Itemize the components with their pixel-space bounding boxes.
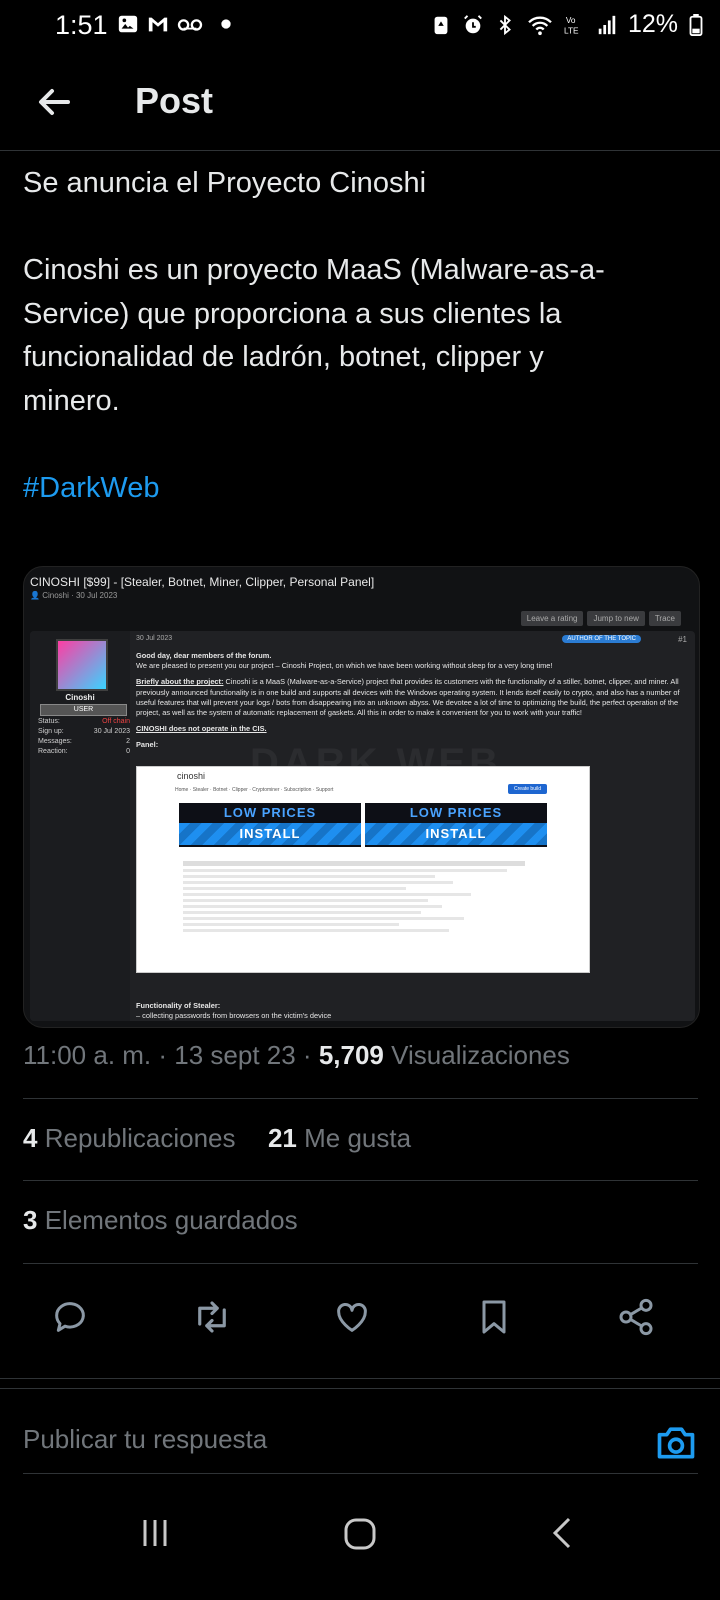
image-icon	[118, 15, 138, 33]
divider	[0, 1378, 720, 1379]
repost-button[interactable]	[180, 1285, 244, 1349]
post-timestamp: 11:00 a. m. · 13 sept 23 · 5,709 Visuali…	[23, 1040, 570, 1070]
leave-rating-button: Leave a rating	[520, 611, 584, 626]
user-stats: Status: Off chain Sign up: 30 Jul 2023 Mes…	[38, 718, 130, 755]
forum-actions: Leave a rating Jump to new Trace	[520, 611, 681, 626]
back-arrow-icon[interactable]	[30, 78, 78, 126]
reposts-stat[interactable]: 4 Republicaciones	[23, 1123, 236, 1153]
status-bar: 1:51 Vo LTE 12%	[0, 0, 720, 52]
trace-button: Trace	[648, 611, 681, 626]
battery-percent: 12%	[627, 10, 678, 38]
repost-icon	[198, 1301, 226, 1333]
forum-username: Cinoshi	[65, 693, 95, 702]
divider	[23, 1098, 698, 1099]
volte-icon: VoLTE	[564, 16, 579, 35]
system-icons: Vo LTE 12%	[430, 10, 704, 39]
forum-post-body: 30 Jul 2023 AUTHOR OF THE TOPIC #1 Good …	[136, 631, 691, 1021]
panel-nav: Home · Stealer · Botnet · Clipper · Cryp…	[175, 787, 334, 793]
hashtag-link[interactable]: #DarkWeb	[23, 472, 159, 504]
header-divider	[0, 150, 720, 151]
author-tag: AUTHOR OF THE TOPIC	[562, 635, 641, 643]
reply-icon	[55, 1302, 85, 1332]
panel-screenshot: cinoshi Home · Stealer · Botnet · Clippe…	[136, 766, 590, 973]
battery-saver-icon	[434, 16, 448, 34]
status-time: 1:51	[55, 10, 108, 40]
wifi-icon	[528, 16, 552, 35]
post-body: Cinoshi es un proyecto MaaS (Malware-as-…	[23, 254, 605, 417]
forum-user-column: Cinoshi USER Status: Off chain Sign up: 30…	[30, 631, 130, 1021]
gmail-icon	[148, 17, 168, 32]
likes-stat[interactable]: 21 Me gusta	[268, 1123, 411, 1153]
alarm-icon	[464, 14, 482, 33]
svg-text:Vo: Vo	[566, 16, 576, 25]
bookmarks-stat[interactable]: 3 Elementos guardados	[23, 1205, 298, 1236]
share-icon	[619, 1298, 653, 1336]
forum-thread-meta: 👤 Cinoshi · 30 Jul 2023	[30, 591, 118, 600]
signal-icon	[598, 15, 616, 34]
forum-post-date: 30 Jul 2023	[136, 635, 173, 642]
bookmark-icon	[482, 1300, 506, 1334]
divider	[23, 1263, 698, 1264]
forum-thread-title: CINOSHI [$99] - [Stealer, Botnet, Miner,…	[30, 575, 375, 589]
panel-logo: cinoshi	[177, 771, 206, 781]
divider	[23, 1473, 698, 1474]
promo-banner-right: LOW PRICES INSTALL	[365, 803, 547, 847]
jump-to-new-button: Jump to new	[587, 611, 645, 626]
user-badge: USER	[40, 704, 127, 716]
camera-icon[interactable]	[654, 1420, 698, 1464]
post-media-image[interactable]: CINOSHI [$99] - [Stealer, Botnet, Miner,…	[23, 566, 700, 1028]
post-action-bar	[0, 1285, 720, 1349]
post-headline: Se anuncia el Proyecto Cinoshi	[23, 167, 427, 199]
voicemail-icon	[177, 19, 203, 31]
bluetooth-icon	[499, 14, 511, 35]
divider	[23, 1180, 698, 1181]
system-nav-bar	[0, 1505, 720, 1565]
forum-post: DARK WEB Cinoshi USER Status: Off chain S…	[30, 631, 695, 1021]
forum-post-text: Good day, dear members of the forum. We a…	[136, 651, 680, 750]
reply-button[interactable]	[38, 1285, 102, 1349]
bookmark-button[interactable]	[462, 1285, 526, 1349]
avatar	[56, 639, 108, 691]
notification-icons	[117, 13, 233, 35]
system-back-icon[interactable]	[545, 1515, 581, 1551]
page-title: Post	[135, 80, 214, 121]
battery-icon	[689, 13, 703, 36]
functionality-item: – collecting passwords from browsers on …	[136, 1011, 332, 1020]
panel-changelog	[183, 859, 543, 935]
share-button[interactable]	[604, 1285, 668, 1349]
divider	[0, 1388, 720, 1389]
home-icon[interactable]	[341, 1515, 379, 1553]
views-label: Visualizaciones	[391, 1040, 570, 1070]
dot-icon	[221, 19, 231, 29]
heart-icon	[337, 1303, 367, 1332]
reply-composer[interactable]: Publicar tu respuesta	[0, 1412, 720, 1472]
like-button[interactable]	[320, 1285, 384, 1349]
create-build-button: Create build	[508, 784, 547, 794]
functionality-heading: Functionality of Stealer:	[136, 1001, 221, 1010]
reply-input[interactable]: Publicar tu respuesta	[23, 1424, 267, 1455]
views-count: 5,709	[318, 1040, 384, 1070]
promo-banner-left: LOW PRICES INSTALL	[179, 803, 361, 847]
svg-text:LTE: LTE	[564, 26, 579, 35]
recents-icon[interactable]	[137, 1515, 173, 1551]
post-number: #1	[678, 635, 687, 644]
post-text: Se anuncia el Proyecto Cinoshi Cinoshi e…	[23, 162, 698, 510]
engagement-stats: 4 Republicaciones 21 Me gusta	[23, 1123, 411, 1154]
